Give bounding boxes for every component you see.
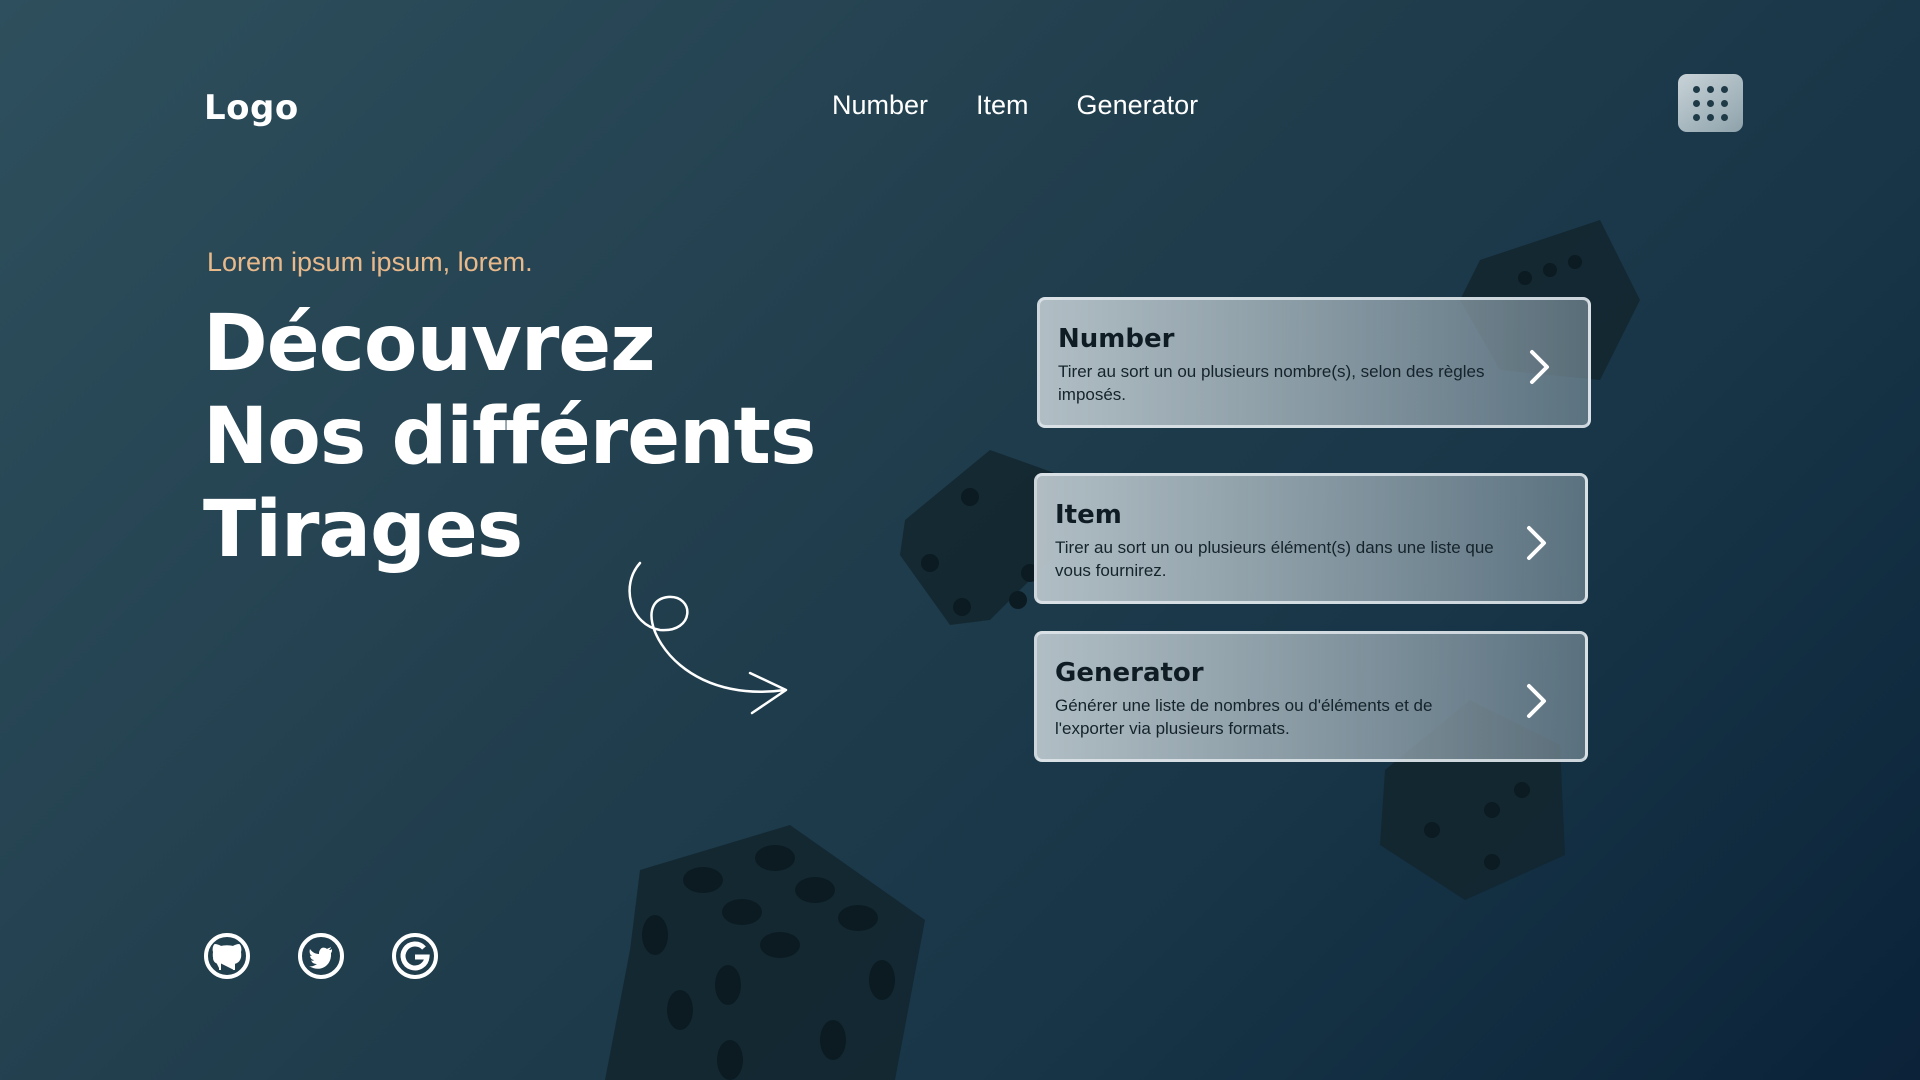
grid-dot	[1721, 113, 1728, 121]
grid-dot	[1693, 99, 1700, 107]
grid-dot	[1693, 85, 1700, 93]
curly-arrow-icon	[628, 561, 788, 715]
grid-dot	[1721, 85, 1728, 93]
hero-headline: Découvrez Nos différents Tirages	[203, 298, 816, 577]
hero-kicker: Lorem ipsum ipsum, lorem.	[207, 247, 533, 277]
social-links	[203, 932, 439, 980]
nav-item[interactable]: Item	[976, 90, 1029, 121]
grid-dot	[1707, 85, 1714, 93]
grid-dot	[1707, 99, 1714, 107]
chevron-right-icon[interactable]	[1525, 524, 1549, 562]
card-title: Item	[1055, 500, 1122, 530]
main-nav: Number Item Generator	[832, 90, 1198, 121]
grid-dot	[1707, 113, 1714, 121]
card-title: Number	[1058, 324, 1175, 354]
grid-dot	[1721, 99, 1728, 107]
nav-number[interactable]: Number	[832, 90, 928, 121]
logo[interactable]: Logo	[204, 88, 299, 128]
twitter-icon[interactable]	[297, 932, 345, 980]
grid-dot	[1693, 113, 1700, 121]
card-description: Tirer au sort un ou plusieurs nombre(s),…	[1058, 362, 1485, 404]
hero-line-1: Découvrez	[203, 299, 656, 389]
card-description: Générer une liste de nombres ou d'élémen…	[1055, 696, 1433, 738]
chevron-right-icon[interactable]	[1528, 348, 1552, 386]
card-description: Tirer au sort un ou plusieurs élément(s)…	[1055, 538, 1494, 580]
card-number[interactable]: Number Tirer au sort un ou plusieurs nom…	[1037, 297, 1591, 428]
github-icon[interactable]	[203, 932, 251, 980]
card-generator[interactable]: Generator Générer une liste de nombres o…	[1034, 631, 1588, 762]
hero-line-2: Nos différents	[203, 392, 816, 482]
grid-icon[interactable]	[1678, 74, 1743, 132]
nav-generator[interactable]: Generator	[1077, 90, 1199, 121]
google-icon[interactable]	[391, 932, 439, 980]
card-item[interactable]: Item Tirer au sort un ou plusieurs éléme…	[1034, 473, 1588, 604]
chevron-right-icon[interactable]	[1525, 682, 1549, 720]
card-title: Generator	[1055, 658, 1204, 688]
